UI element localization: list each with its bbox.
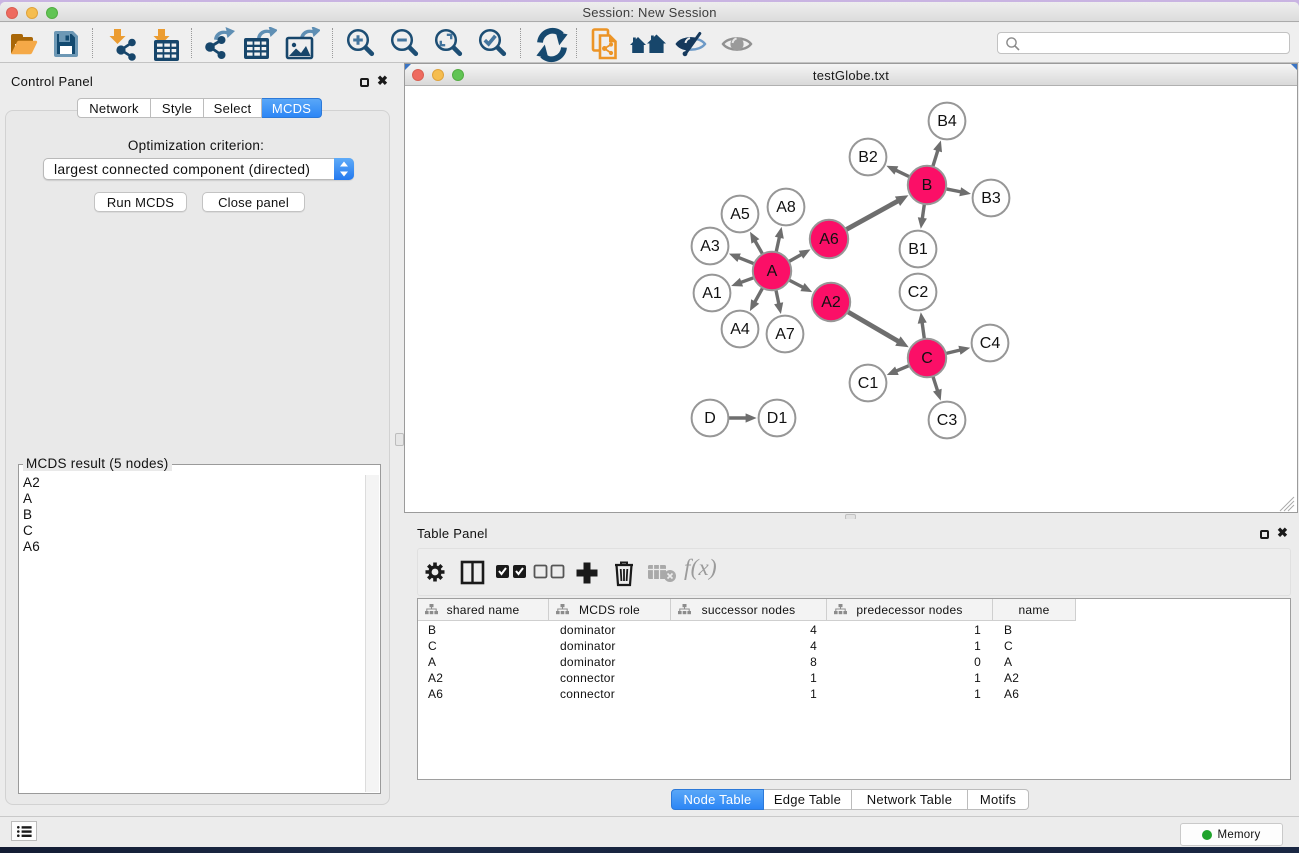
svg-text:B4: B4 (937, 113, 957, 130)
svg-text:C: C (921, 350, 933, 367)
svg-text:D1: D1 (767, 410, 788, 427)
svg-text:C2: C2 (908, 284, 929, 301)
svg-text:A7: A7 (775, 326, 795, 343)
svg-text:A6: A6 (819, 231, 839, 248)
svg-text:B: B (922, 177, 933, 194)
svg-text:A8: A8 (776, 199, 796, 216)
svg-text:A1: A1 (702, 285, 722, 302)
svg-text:A5: A5 (730, 206, 750, 223)
svg-text:C4: C4 (980, 335, 1001, 352)
svg-text:B2: B2 (858, 149, 878, 166)
svg-text:B1: B1 (908, 241, 928, 258)
svg-text:A2: A2 (821, 294, 841, 311)
svg-text:A4: A4 (730, 321, 750, 338)
svg-text:A: A (767, 263, 778, 280)
svg-text:A3: A3 (700, 238, 720, 255)
svg-text:D: D (704, 410, 716, 427)
svg-text:B3: B3 (981, 190, 1001, 207)
svg-text:C1: C1 (858, 375, 879, 392)
svg-text:C3: C3 (937, 412, 958, 429)
